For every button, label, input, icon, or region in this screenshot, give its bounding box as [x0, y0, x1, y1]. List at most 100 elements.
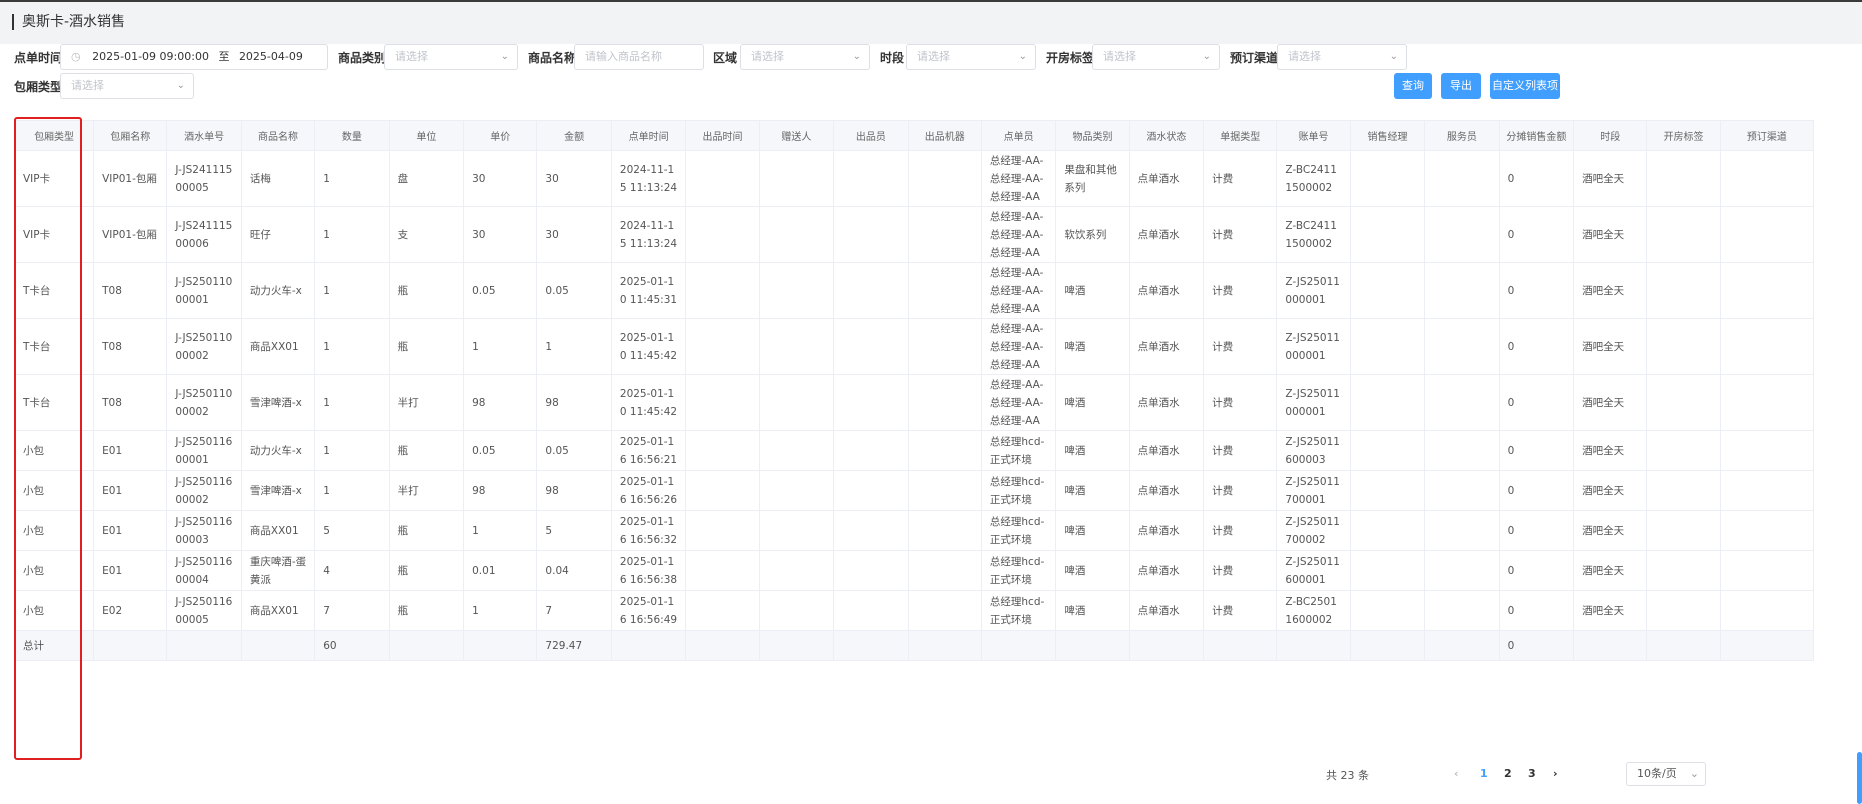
table-cell: VIP卡 — [13, 150, 95, 207]
table-row[interactable]: 小包 E02 J-JS25011600005 商品XX01 7 瓶 1 7 2025-01-16… — [13, 590, 1815, 631]
table-cell — [1349, 550, 1426, 591]
table-cell — [758, 550, 835, 591]
table-cell — [907, 318, 982, 375]
table-cell: 30 — [536, 206, 612, 263]
total-cell — [1424, 630, 1500, 661]
table-cell: T卡台 — [13, 374, 95, 431]
table-cell: 计费 — [1203, 318, 1278, 375]
table-cell: 总经理hcd-正式环境 — [980, 550, 1057, 591]
next-page-button[interactable]: › — [1553, 767, 1558, 780]
table-cell: 点单酒水 — [1128, 550, 1205, 591]
table-cell — [1646, 590, 1721, 631]
column-header: 金额 — [536, 120, 612, 151]
table-cell — [907, 510, 982, 551]
table-cell: 雪津啤酒-x — [240, 470, 316, 511]
table-row[interactable]: T卡台 T08 J-JS25011000001 动力火车-x 1 瓶 0.05 0.05 202… — [13, 262, 1815, 319]
booking-select[interactable]: 请选择 ⌄ — [1277, 44, 1407, 70]
table-cell: 重庆啤酒-蛋黄派 — [240, 550, 316, 591]
table-cell — [1424, 470, 1500, 511]
table-cell — [833, 510, 909, 551]
table-cell — [758, 262, 835, 319]
table-cell: 小包 — [13, 470, 95, 511]
table-cell — [685, 550, 760, 591]
table-cell: 总经理-AA-总经理-AA-总经理-AA — [980, 150, 1057, 207]
page-size-select[interactable]: 10条/页 ⌄ — [1626, 762, 1706, 786]
page-3-button[interactable]: 3 — [1528, 767, 1536, 780]
export-button[interactable]: 导出 — [1441, 73, 1481, 99]
table-row[interactable]: 小包 E01 J-JS25011600001 动力火车-x 1 瓶 0.05 0.05 2025… — [13, 430, 1815, 471]
table-header-row: 包厢类型 包厢名称 酒水单号 商品名称 数量 单位 单价 金额 点单时间 出品时间 赠送人 出品员 出品… — [13, 120, 1815, 151]
table-cell: 98 — [463, 470, 538, 511]
category-select[interactable]: 请选择 ⌄ — [384, 44, 518, 70]
date-separator: 至 — [218, 50, 230, 63]
table-cell — [1349, 262, 1426, 319]
table-cell: 1 — [314, 206, 390, 263]
total-cell — [1128, 630, 1205, 661]
area-placeholder: 请选择 — [751, 50, 784, 63]
room-type-select[interactable]: 请选择 ⌄ — [60, 73, 194, 99]
table-cell: 总经理hcd-正式环境 — [980, 470, 1057, 511]
table-cell: 2025-01-16 16:56:49 — [610, 590, 687, 631]
column-header: 赠送人 — [758, 120, 835, 151]
table-cell: 啤酒 — [1055, 590, 1130, 631]
table-cell: 0 — [1498, 206, 1575, 263]
table-cell: 啤酒 — [1055, 430, 1130, 471]
table-row[interactable]: VIP卡 VIP01-包厢 J-JS24111500006 旺仔 1 支 30 30 2024-… — [13, 206, 1815, 263]
table-row[interactable]: T卡台 T08 J-JS25011000002 雪津啤酒-x 1 半打 98 98 2025-0… — [13, 374, 1815, 431]
table-cell — [833, 150, 909, 207]
table-cell: 1 — [314, 262, 390, 319]
custom-columns-button[interactable]: 自定义列表项 — [1490, 73, 1560, 99]
table-row[interactable]: 小包 E01 J-JS25011600002 雪津啤酒-x 1 半打 98 98 2025-01… — [13, 470, 1815, 511]
table-cell — [685, 318, 760, 375]
table-cell — [907, 374, 982, 431]
chevron-down-icon: ⌄ — [500, 51, 509, 62]
column-header: 数量 — [314, 120, 390, 151]
column-header: 点单时间 — [610, 120, 687, 151]
table-cell — [1349, 510, 1426, 551]
total-cell — [907, 630, 982, 661]
table-cell: 7 — [314, 590, 390, 631]
table-cell: 点单酒水 — [1128, 590, 1205, 631]
period-select[interactable]: 请选择 ⌄ — [906, 44, 1036, 70]
table-cell — [833, 550, 909, 591]
column-header: 预订渠道 — [1719, 120, 1815, 151]
page-1-button[interactable]: 1 — [1480, 767, 1488, 780]
column-header: 单位 — [388, 120, 465, 151]
room-type-placeholder: 请选择 — [71, 79, 104, 92]
table-cell: 0.05 — [536, 262, 612, 319]
table-cell: Z-BC24111500002 — [1276, 150, 1351, 207]
table-row[interactable]: T卡台 T08 J-JS25011000002 商品XX01 1 瓶 1 1 2025-01-1… — [13, 318, 1815, 375]
name-input[interactable]: 请输入商品名称 — [574, 44, 704, 70]
table-cell: Z-JS25011000001 — [1276, 318, 1351, 375]
prev-page-button[interactable]: ‹ — [1454, 767, 1459, 780]
table-cell: 小包 — [13, 590, 95, 631]
room-tag-select[interactable]: 请选择 ⌄ — [1092, 44, 1220, 70]
query-button[interactable]: 查询 — [1394, 73, 1432, 99]
page-2-button[interactable]: 2 — [1504, 767, 1512, 780]
column-header: 酒水状态 — [1128, 120, 1205, 151]
table-cell: Z-BC25011600002 — [1276, 590, 1351, 631]
table-cell: 30 — [463, 150, 538, 207]
table-cell: T卡台 — [13, 262, 95, 319]
table-cell — [1424, 590, 1500, 631]
total-cell — [1276, 630, 1351, 661]
table-row[interactable]: VIP卡 VIP01-包厢 J-JS24111500005 话梅 1 盘 30 30 2024-… — [13, 150, 1815, 207]
table-cell — [1646, 262, 1721, 319]
total-cell — [1573, 630, 1648, 661]
table-cell — [758, 430, 835, 471]
scrollbar[interactable] — [1857, 752, 1862, 804]
table-cell: 酒吧全天 — [1573, 318, 1648, 375]
table-cell — [1424, 150, 1500, 207]
table-cell: 1 — [463, 510, 538, 551]
total-cell — [685, 630, 760, 661]
area-select[interactable]: 请选择 ⌄ — [740, 44, 870, 70]
table-row[interactable]: 小包 E01 J-JS25011600004 重庆啤酒-蛋黄派 4 瓶 0.01 0.04 20… — [13, 550, 1815, 591]
table-row[interactable]: 小包 E01 J-JS25011600003 商品XX01 5 瓶 1 5 2025-01-16… — [13, 510, 1815, 551]
table-cell: 瓶 — [388, 590, 465, 631]
column-header: 包厢类型 — [13, 120, 95, 151]
table-cell: 0 — [1498, 550, 1575, 591]
table-cell: 计费 — [1203, 150, 1278, 207]
table-cell — [685, 470, 760, 511]
table-cell — [1719, 430, 1815, 471]
date-range-picker[interactable]: ◷ 2025-01-09 09:00:00 至 2025-04-09 09:00… — [60, 44, 328, 87]
